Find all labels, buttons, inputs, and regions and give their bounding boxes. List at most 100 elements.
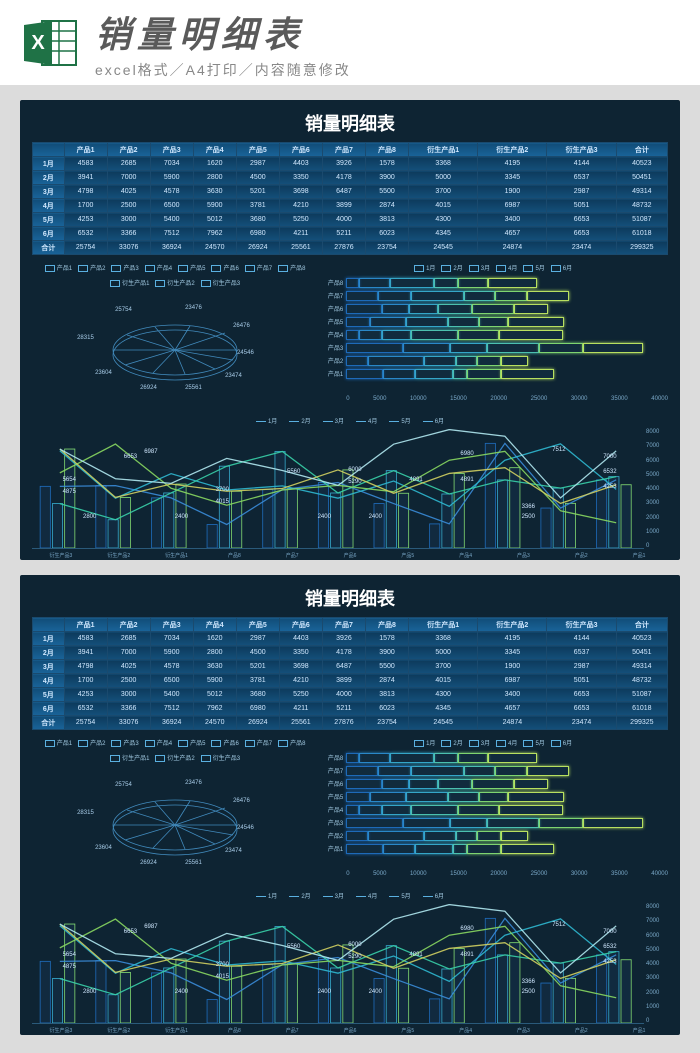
excel-icon: X [20, 13, 80, 73]
legend-item: 产品1 [45, 738, 72, 747]
table-row: 合计25754330763692424570269242556127876237… [33, 241, 668, 255]
chart-data-label: 4015 [216, 499, 229, 505]
chart-data-label: 6653 [124, 454, 137, 460]
legend-item: 产品5 [178, 263, 205, 272]
chart-data-label: 5560 [287, 469, 300, 475]
legend-item: 衍生产品2 [155, 753, 194, 762]
pie-wireframe: 28315 25754 23604 23476 26476 24546 2347… [85, 770, 265, 870]
pie-label: 23476 [185, 305, 202, 311]
legend-item: 产品8 [278, 738, 305, 747]
pie-label: 23476 [185, 780, 202, 786]
pie-legend: 产品1产品2产品3产品4产品5产品6产品7产品8衍生产品1衍生产品2衍生产品3 [32, 738, 318, 762]
chart-data-label: 4875 [63, 964, 76, 970]
pie-label: 24546 [237, 825, 254, 831]
hbar-row: 产品6 [318, 302, 668, 315]
legend-item: 6月 [423, 891, 444, 900]
hbar-row: 产品1 [318, 842, 668, 855]
table-header: 产品5 [236, 143, 279, 157]
legend-item: 6月 [551, 738, 572, 747]
legend-item: 产品2 [78, 263, 105, 272]
legend-item: 4月 [356, 416, 377, 425]
pie-label: 28315 [77, 335, 94, 341]
combo-legend: 1月2月3月4月5月6月 [32, 891, 668, 900]
legend-item: 2月 [289, 416, 310, 425]
chart-data-label: 6000 [348, 942, 361, 948]
chart-data-label: 2800 [83, 989, 96, 995]
table-row: 6月65323366751279626980421152116023434546… [33, 227, 668, 241]
chart-data-label: 2500 [522, 514, 535, 520]
hbar-row: 产品2 [318, 354, 668, 367]
chart-data-label: 6980 [460, 451, 473, 457]
chart-data-label: 2400 [318, 989, 331, 995]
combo-chart-area: 1月2月3月4月5月6月 565448752800665369872400370… [32, 891, 668, 1036]
chart-data-label: 2500 [522, 989, 535, 995]
legend-item: 衍生产品2 [155, 278, 194, 287]
pie-label: 23604 [95, 845, 112, 851]
dashboard-title: 销量明细表 [32, 110, 668, 136]
legend-item: 衍生产品3 [201, 278, 240, 287]
combo-x-labels: 衍生产品3衍生产品2衍生产品1产品8产品7产品6产品5产品4产品3产品2产品1 [32, 552, 668, 559]
table-header: 产品3 [150, 143, 193, 157]
table-header: 产品2 [107, 143, 150, 157]
table-header: 产品7 [322, 618, 365, 632]
legend-item: 1月 [256, 891, 277, 900]
pie-label: 23474 [225, 848, 242, 854]
table-row: 2月39417000590028004500335041783900500033… [33, 646, 668, 660]
legend-item: 产品4 [145, 263, 172, 272]
dashboard-preview-2: 销量明细表 产品1产品2产品3产品4产品5产品6产品7产品8衍生产品1衍生产品2… [20, 575, 680, 1035]
table-row: 1月45832685703416202987440339261578336841… [33, 157, 668, 171]
legend-item: 产品3 [111, 738, 138, 747]
table-header: 产品4 [193, 618, 236, 632]
pie-label: 25561 [185, 385, 202, 391]
table-header: 合计 [616, 618, 667, 632]
hbar-row: 产品1 [318, 367, 668, 380]
legend-item: 3月 [323, 891, 344, 900]
legend-item: 5月 [523, 263, 544, 272]
chart-data-label: 5654 [63, 952, 76, 958]
legend-item: 产品1 [45, 263, 72, 272]
table-row: 3月47984025457836305201369864875500370019… [33, 185, 668, 199]
hbar-row: 产品8 [318, 751, 668, 764]
pie-label: 26924 [140, 860, 157, 866]
dashboard-title: 销量明细表 [32, 585, 668, 611]
table-row: 5月42533000540050123680525040003813430034… [33, 213, 668, 227]
pie-label: 25754 [115, 307, 132, 313]
chart-data-label: 4891 [460, 952, 473, 958]
legend-item: 产品7 [245, 738, 272, 747]
chart-data-label: 3700 [216, 962, 229, 968]
table-header: 产品8 [365, 143, 408, 157]
pie-label: 24546 [237, 350, 254, 356]
chart-data-label: 6987 [144, 924, 157, 930]
hbar-row: 产品5 [318, 790, 668, 803]
table-header: 产品5 [236, 618, 279, 632]
chart-data-label: 6532 [603, 944, 616, 950]
table-header: 衍生产品3 [547, 618, 616, 632]
legend-item: 产品5 [178, 738, 205, 747]
legend-item: 衍生产品1 [110, 753, 149, 762]
pie-label: 25561 [185, 860, 202, 866]
table-row: 1月45832685703416202987440339261578336841… [33, 632, 668, 646]
chart-data-label: 2400 [175, 989, 188, 995]
hbar-row: 产品3 [318, 341, 668, 354]
legend-item: 3月 [469, 738, 490, 747]
table-header: 衍生产品1 [409, 618, 478, 632]
page-subtitle: excel格式／A4打印／内容随意修改 [95, 60, 680, 80]
combo-y-axis: 800070006000500040003000200010000 [644, 429, 668, 549]
chart-data-label: 7000 [603, 929, 616, 935]
dashboard-preview-1: 销量明细表 产品1产品2产品3产品4产品5产品6产品7产品8衍生产品1衍生产品2… [20, 100, 680, 560]
chart-data-label: 7000 [603, 454, 616, 460]
legend-item: 3月 [323, 416, 344, 425]
pie-chart-area: 产品1产品2产品3产品4产品5产品6产品7产品8衍生产品1衍生产品2衍生产品3 … [32, 738, 318, 883]
svg-text:X: X [31, 32, 45, 54]
legend-item: 产品4 [145, 738, 172, 747]
legend-item: 产品6 [211, 738, 238, 747]
legend-item: 产品8 [278, 263, 305, 272]
table-header [33, 143, 65, 157]
legend-item: 2月 [441, 263, 462, 272]
legend-item: 5月 [389, 891, 410, 900]
combo-x-labels: 衍生产品3衍生产品2衍生产品1产品8产品7产品6产品5产品4产品3产品2产品1 [32, 1027, 668, 1034]
table-header: 产品8 [365, 618, 408, 632]
stacked-bar-area: 1月2月3月4月5月6月 产品8产品7产品6产品5产品4产品3产品2产品1 05… [318, 738, 668, 883]
hbar-row: 产品8 [318, 276, 668, 289]
legend-item: 4月 [496, 263, 517, 272]
